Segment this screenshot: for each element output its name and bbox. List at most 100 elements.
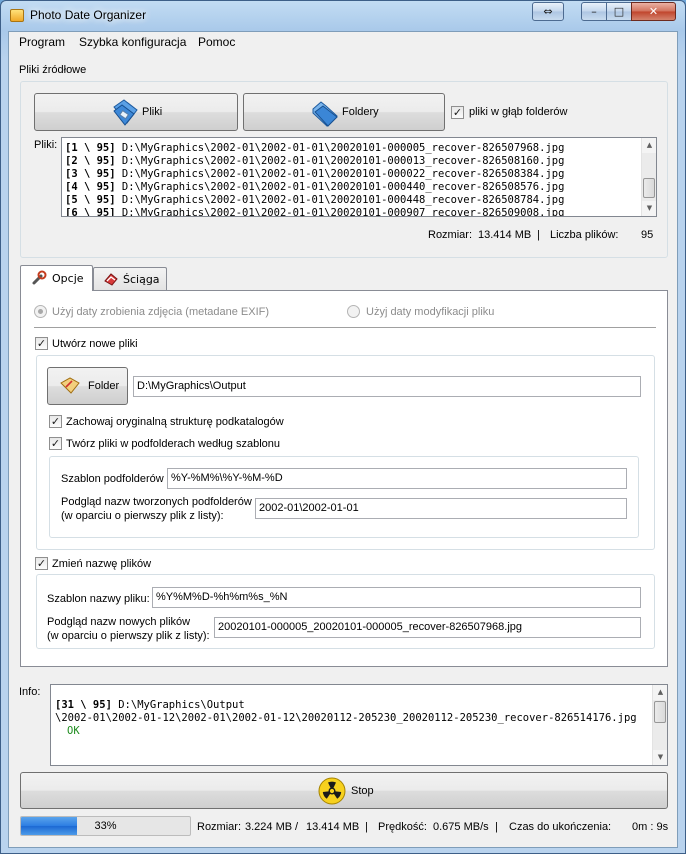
filename-preview-label-1: Podgląd nazw nowych plików [47, 616, 191, 628]
file-index: [4 \ 95] [65, 181, 116, 193]
create-new-files-checkbox[interactable]: ✓ [35, 337, 48, 350]
log-entry-status: OK [67, 725, 80, 737]
exif-date-radio-label: Użyj daty zrobienia zdjęcia (metadane EX… [52, 306, 270, 318]
info-label: Info: [19, 686, 41, 698]
create-subfolders-checkbox[interactable]: ✓ [49, 437, 62, 450]
folder-icon [312, 101, 338, 127]
subfolder-template-label: Szablon podfolderów [61, 473, 164, 485]
status-sep-1: | [365, 821, 368, 833]
output-folder-button[interactable]: Folder [47, 367, 128, 405]
title-bar[interactable]: Photo Date Organizer ⇔ – □ ✕ [1, 1, 685, 31]
scroll-up-icon[interactable]: ▲ [642, 138, 656, 153]
log-entry-index: [31 \ 95] [55, 699, 112, 711]
minimize-button[interactable]: – [581, 2, 607, 21]
menu-program[interactable]: Program [19, 35, 65, 49]
log-entry-path: D:\MyGraphics\Output [118, 699, 245, 711]
folders-button-label: Foldery [342, 106, 379, 118]
file-index: [2 \ 95] [65, 155, 116, 167]
total-size-label: Rozmiar: [428, 229, 473, 241]
tab-cheatsheet-label: Ściąga [123, 273, 160, 286]
status-size-label: Rozmiar: [197, 821, 242, 833]
scroll-down-icon[interactable]: ▼ [653, 750, 667, 765]
keep-structure-checkbox[interactable]: ✓ [49, 415, 62, 428]
file-list-item[interactable]: [6 \ 95] D:\MyGraphics\2002-01\2002-01-0… [65, 207, 565, 217]
menu-bar: Program Szybka konfiguracja Pomoc [9, 32, 677, 52]
file-path: D:\MyGraphics\2002-01\2002-01-01\2002010… [121, 181, 565, 193]
file-list-item[interactable]: [1 \ 95] D:\MyGraphics\2002-01\2002-01-0… [65, 142, 564, 155]
eta-label: Czas do ukończenia: [509, 821, 612, 833]
file-count-label: Liczba plików: [550, 229, 619, 241]
info-log[interactable]: [31 \ 95] D:\MyGraphics\Output \2002-01\… [50, 684, 668, 766]
app-icon [10, 9, 24, 22]
file-list-item[interactable]: [4 \ 95] D:\MyGraphics\2002-01\2002-01-0… [65, 181, 564, 194]
tab-cheatsheet[interactable]: Ściąga [93, 267, 167, 290]
log-entry-line2: \2002-01\2002-01-12\2002-01\2002-01-12\2… [55, 712, 637, 724]
radiation-stop-icon [318, 777, 346, 805]
filename-preview-field[interactable]: 20020101-000005_20020101-000005_recover-… [214, 617, 641, 638]
file-list-item[interactable]: [5 \ 95] D:\MyGraphics\2002-01\2002-01-0… [65, 194, 564, 207]
file-path: D:\MyGraphics\2002-01\2002-01-01\2002010… [121, 194, 565, 206]
files-button[interactable]: Pliki [34, 93, 238, 131]
close-button[interactable]: ✕ [631, 2, 676, 21]
deep-folders-checkbox[interactable]: ✓ [451, 106, 464, 119]
maximize-button[interactable]: □ [606, 2, 632, 21]
progress-text: 33% [94, 820, 117, 832]
file-path: D:\MyGraphics\2002-01\2002-01-01\2002010… [121, 142, 565, 154]
folders-button[interactable]: Foldery [243, 93, 445, 131]
tab-options[interactable]: Opcje [20, 265, 93, 291]
output-folder-icon [60, 377, 80, 394]
app-window: Photo Date Organizer ⇔ – □ ✕ Program Szy… [0, 0, 686, 854]
window-title: Photo Date Organizer [30, 8, 147, 22]
file-path: D:\MyGraphics\2002-01\2002-01-01\2002010… [121, 207, 565, 217]
menu-quick-config[interactable]: Szybka konfiguracja [79, 35, 186, 49]
output-path-field[interactable]: D:\MyGraphics\Output [133, 376, 641, 397]
subfolder-preview-label-1: Podgląd nazw tworzonych podfolderów [61, 496, 252, 508]
options-divider [34, 327, 656, 328]
file-list-item[interactable]: [2 \ 95] D:\MyGraphics\2002-01\2002-01-0… [65, 155, 564, 168]
tab-options-label: Opcje [52, 272, 84, 285]
info-log-scrollbar[interactable]: ▲ ▼ [652, 685, 667, 765]
scroll-down-icon[interactable]: ▼ [642, 201, 656, 216]
file-path: D:\MyGraphics\2002-01\2002-01-01\2002010… [121, 155, 565, 167]
rename-files-label: Zmień nazwę plików [52, 558, 152, 570]
status-sep-2: | [495, 821, 498, 833]
rename-files-checkbox[interactable]: ✓ [35, 557, 48, 570]
restore-size-button[interactable]: ⇔ [532, 2, 564, 21]
exif-date-radio[interactable] [34, 305, 47, 318]
eta-value: 0m : 9s [632, 821, 669, 833]
scroll-thumb[interactable] [654, 701, 666, 723]
scroll-thumb[interactable] [643, 178, 655, 198]
status-size-sep: / [295, 821, 299, 833]
filename-template-field[interactable]: %Y%M%D-%h%m%s_%N [152, 587, 641, 608]
stop-button-label: Stop [351, 785, 374, 797]
files-list[interactable]: [1 \ 95] D:\MyGraphics\2002-01\2002-01-0… [61, 137, 657, 217]
file-list-item[interactable]: [3 \ 95] D:\MyGraphics\2002-01\2002-01-0… [65, 168, 564, 181]
scroll-up-icon[interactable]: ▲ [653, 685, 667, 700]
source-group-title: Pliki źródłowe [19, 64, 87, 76]
keep-structure-label: Zachowaj oryginalną strukturę podkatalog… [66, 416, 284, 428]
filename-template-label: Szablon nazwy pliku: [47, 593, 150, 605]
status-size-total: 13.414 MB [306, 821, 360, 833]
files-list-scrollbar[interactable]: ▲ ▼ [641, 138, 656, 216]
modified-date-radio-label: Użyj daty modyfikacji pliku [366, 306, 495, 318]
menu-help[interactable]: Pomoc [198, 35, 235, 49]
subfolder-preview-field[interactable]: 2002-01\2002-01-01 [255, 498, 627, 519]
file-index: [1 \ 95] [65, 142, 116, 154]
output-folder-button-label: Folder [88, 380, 120, 392]
speed-label: Prędkość: [378, 821, 427, 833]
filename-preview-label-2: (w oparciu o pierwszy plik z listy): [47, 630, 210, 642]
client-area: Program Szybka konfiguracja Pomoc Pliki … [8, 31, 678, 848]
file-count-value: 95 [641, 229, 654, 241]
progress-bar: 33% [20, 816, 191, 836]
total-size-value: 13.414 MB [478, 229, 532, 241]
speed-value: 0.675 MB/s [433, 821, 489, 833]
file-path: D:\MyGraphics\2002-01\2002-01-01\2002010… [121, 168, 565, 180]
cheatsheet-icon [104, 273, 118, 286]
stop-button[interactable]: Stop [20, 772, 668, 809]
subfolder-template-field[interactable]: %Y-%M%\%Y-%M-%D [167, 468, 627, 489]
file-index: [5 \ 95] [65, 194, 116, 206]
source-separator: | [537, 229, 540, 241]
create-new-files-label: Utwórz nowe pliki [52, 338, 138, 350]
files-list-label: Pliki: [34, 139, 58, 151]
modified-date-radio[interactable] [347, 305, 360, 318]
